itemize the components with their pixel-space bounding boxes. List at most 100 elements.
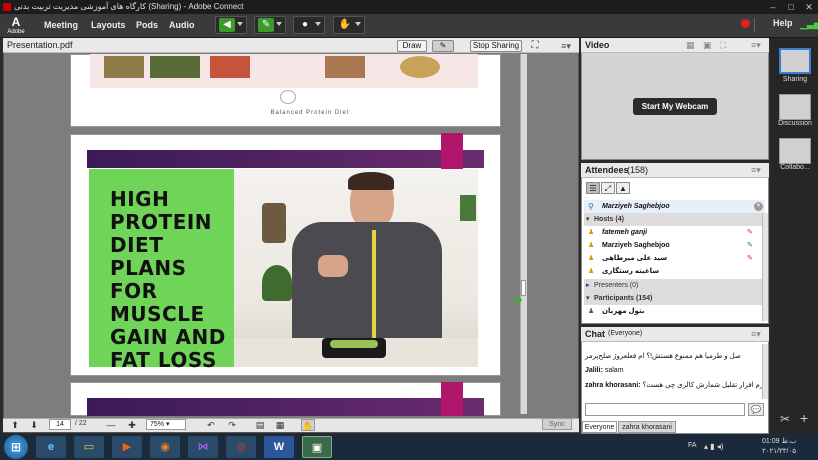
presenters-section[interactable]: ▸ Presenters (0) xyxy=(584,279,765,292)
firefox-icon[interactable]: ◉ xyxy=(150,436,180,458)
language-indicator[interactable]: FA xyxy=(688,442,697,449)
plant-image xyxy=(262,265,292,301)
pod-menu-icon[interactable]: ≡▾ xyxy=(751,329,765,340)
zoom-out-icon[interactable]: — xyxy=(104,419,118,431)
chat-message: صل و طرمیا هم ممنوع هستش!؟ ام فعلعروژ صل… xyxy=(585,353,741,360)
vertical-scrollbar[interactable] xyxy=(520,54,527,414)
pod-menu-icon[interactable]: ≡▾ xyxy=(559,40,573,52)
chat-input[interactable] xyxy=(585,403,745,416)
send-message-icon[interactable]: 💬 xyxy=(748,403,764,416)
thumbnails-icon[interactable]: ▦ xyxy=(273,419,287,431)
sync-button[interactable]: Sync xyxy=(542,418,572,430)
attendee-row[interactable]: ♟ fatemeh ganji ✎ xyxy=(584,226,765,239)
chat-tab-private[interactable]: zahra khorasani xyxy=(618,421,676,433)
draw-button[interactable]: Draw xyxy=(397,40,427,52)
attendee-row[interactable]: ♟ ساغینه رستگاری xyxy=(584,265,765,278)
chevron-down-icon xyxy=(315,22,321,26)
title-bar: کارگاه های آموزشی مدیریت تربیت بدنی (Sha… xyxy=(0,0,818,14)
tools-icon[interactable]: ✂ xyxy=(780,412,790,426)
zoom-select[interactable]: 75% ▾ xyxy=(146,419,186,430)
hand-tool-icon[interactable]: ✋ xyxy=(301,419,315,431)
chat-scrollbar[interactable] xyxy=(762,344,768,399)
first-page-icon[interactable]: ⬆ xyxy=(8,419,22,431)
raise-hand-icon: ✋ xyxy=(338,19,352,30)
pointer-tool-button[interactable]: ✎ xyxy=(432,40,454,52)
layout-discussion-label[interactable]: Discussion xyxy=(773,120,817,127)
minimize-icon[interactable]: – xyxy=(764,0,782,14)
layout-collaboration-label[interactable]: Collabo... xyxy=(773,164,817,171)
page-view-icon[interactable]: ▤ xyxy=(253,419,267,431)
list-view-icon[interactable]: ☰ xyxy=(586,182,600,194)
menu-meeting[interactable]: Meeting xyxy=(44,18,78,32)
menu-layouts[interactable]: Layouts xyxy=(91,18,126,32)
layout-discussion-thumb[interactable] xyxy=(779,94,811,120)
undo-icon[interactable]: ↶ xyxy=(204,419,218,431)
measuring-tape-image xyxy=(372,230,376,340)
microphone-button[interactable]: ✎ xyxy=(254,16,286,34)
slide-accent-bar xyxy=(441,133,463,169)
hosts-section[interactable]: ▾ Hosts (4) xyxy=(584,213,765,226)
pod-menu-icon[interactable]: ≡▾ xyxy=(751,40,765,51)
maximize-icon[interactable]: □ xyxy=(782,0,800,14)
file-explorer-icon[interactable]: ▭ xyxy=(74,436,104,458)
fullscreen-icon[interactable]: ⛶ xyxy=(529,40,541,52)
attendee-row[interactable]: ♟ بتول مهربان xyxy=(584,305,765,318)
media-player-icon[interactable]: ▶ xyxy=(112,436,142,458)
chat-scope: (Everyone) xyxy=(608,330,643,337)
attendees-pod-header: Attendees (158) xyxy=(581,163,769,178)
layout-sharing-thumb[interactable] xyxy=(779,48,811,74)
start-webcam-button[interactable]: Start My Webcam xyxy=(633,98,717,115)
clock-date[interactable]: ۲۰۲۱/۳۳/۰۵ xyxy=(762,447,796,455)
fullscreen-icon[interactable]: ⛶ xyxy=(720,40,734,51)
microphone-icon: ✎ xyxy=(747,229,753,236)
start-button-icon[interactable]: ⊞ xyxy=(4,435,28,459)
chrome-icon[interactable]: ◎ xyxy=(226,436,256,458)
status-view-icon[interactable]: ▲ xyxy=(616,182,630,194)
tray-icons[interactable]: ▴ ▮ ◂) xyxy=(704,442,724,451)
pod-menu-icon[interactable]: ≡▾ xyxy=(751,165,765,176)
next-page-icon[interactable]: ⬇ xyxy=(27,419,41,431)
clock-time[interactable]: 01:09 ب.ظ xyxy=(762,437,796,445)
selected-attendee[interactable]: ⚲ Marziyeh Saghebjoo ✕ xyxy=(584,200,765,213)
raise-hand-button[interactable]: ✋ xyxy=(333,16,365,34)
participants-section[interactable]: ▾ Participants (154) xyxy=(584,292,765,305)
man-hand-image xyxy=(318,255,348,277)
expand-view-icon[interactable]: ⤢ xyxy=(601,182,615,194)
chat-pod-title: Chat xyxy=(585,329,605,339)
redo-icon[interactable]: ↷ xyxy=(225,419,239,431)
slide-caption: Balanced Protein Diet xyxy=(270,110,350,116)
microphone-icon: ✎ xyxy=(747,242,753,249)
attendee-row[interactable]: ♟ سید علی میرطاهی ✎ xyxy=(584,252,765,265)
share-pod-title: Presentation.pdf xyxy=(7,40,73,50)
chevron-down-icon: ▾ xyxy=(586,216,590,223)
zoom-in-icon[interactable]: ✚ xyxy=(125,419,139,431)
nuts-bowl-image xyxy=(400,56,440,78)
grid-view-icon[interactable]: ▦ xyxy=(686,40,700,51)
attendee-scrollbar[interactable] xyxy=(762,213,768,321)
visual-studio-icon[interactable]: ⋈ xyxy=(188,436,218,458)
attendee-row[interactable]: ♟ Marziyeh Saghebjoo ✎ xyxy=(584,239,765,252)
plant-image xyxy=(460,195,476,221)
close-icon[interactable]: ✕ xyxy=(800,0,818,14)
record-indicator-icon[interactable] xyxy=(741,19,750,28)
jar-image xyxy=(262,203,286,243)
divider xyxy=(754,18,755,32)
slide-headline: HIGH PROTEIN DIET PLANS FOR MUSCLE GAIN … xyxy=(110,187,226,372)
menu-audio[interactable]: Audio xyxy=(169,18,195,32)
layout-collaboration-thumb[interactable] xyxy=(779,138,811,164)
camera-button[interactable]: ● xyxy=(293,16,325,34)
filmstrip-view-icon[interactable]: ▣ xyxy=(703,40,717,51)
word-icon[interactable]: W xyxy=(264,436,294,458)
stop-sharing-button[interactable]: Stop Sharing xyxy=(470,40,522,52)
clear-selection-icon[interactable]: ✕ xyxy=(754,202,763,211)
adobe-connect-taskbar-icon[interactable]: ▣ xyxy=(302,436,332,458)
layout-sharing-label[interactable]: Sharing xyxy=(773,76,817,83)
help-menu[interactable]: Help xyxy=(773,18,793,28)
chat-tab-everyone[interactable]: Everyone xyxy=(582,421,617,433)
menu-pods[interactable]: Pods xyxy=(136,18,158,32)
page-number-input[interactable]: 14 xyxy=(49,419,71,430)
internet-explorer-icon[interactable]: e xyxy=(36,436,66,458)
chat-pod-header: Chat (Everyone) xyxy=(581,327,769,342)
add-layout-icon[interactable]: + xyxy=(800,410,808,426)
speaker-button[interactable]: ◀ xyxy=(215,16,247,34)
